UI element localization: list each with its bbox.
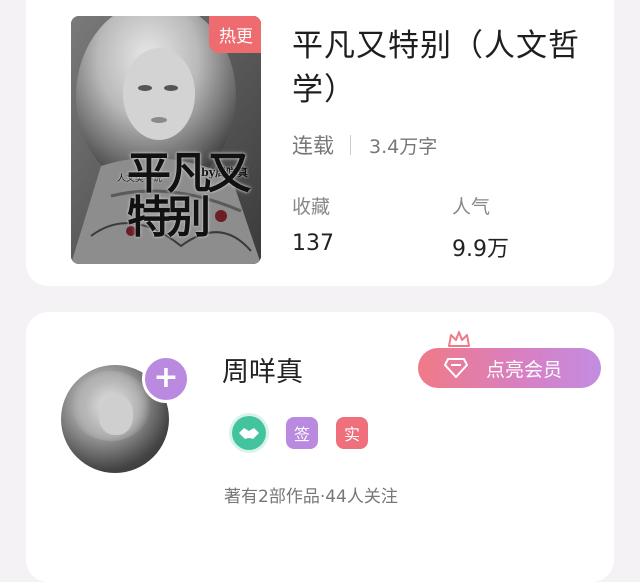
crown-icon [448, 331, 470, 347]
favorites-stat: 收藏 137 [292, 192, 334, 256]
hot-update-badge: 热更 [209, 16, 261, 53]
vip-membership-button[interactable]: 点亮会员 [418, 348, 601, 388]
popularity-label: 人气 [452, 196, 491, 218]
book-cover[interactable]: 热更 人文类小说 by周咩真 平凡又特别 [71, 16, 261, 264]
word-count: 3.4万字 [369, 135, 438, 158]
meta-divider [350, 135, 351, 155]
avatar-face [99, 395, 133, 435]
popularity-stat: 人气 9.9万 [452, 192, 509, 263]
signed-author-badge[interactable]: 签 [286, 417, 318, 449]
handshake-icon[interactable] [232, 416, 266, 450]
author-card: + 周咩真 点亮会员 签 实 著有2部作品·44人关注 [26, 312, 614, 582]
favorites-label: 收藏 [292, 196, 331, 218]
favorites-value: 137 [292, 231, 334, 256]
author-badges: 签 实 [232, 416, 386, 450]
book-title: 平凡又特别（人文哲学） [292, 28, 580, 108]
book-info-card: 热更 人文类小说 by周咩真 平凡又特别 平凡又特别（人文哲学） 连载 3.4万… [26, 0, 614, 286]
author-name[interactable]: 周咩真 [222, 350, 303, 389]
cover-title: 平凡又特别 [127, 148, 251, 243]
vip-button-label: 点亮会员 [486, 358, 563, 381]
author-summary: 著有2部作品·44人关注 [224, 487, 398, 507]
plus-icon: + [153, 360, 179, 395]
book-meta: 连载 3.4万字 [292, 130, 437, 160]
diamond-icon [444, 356, 468, 380]
book-status: 连载 [292, 134, 334, 158]
follow-author-button[interactable]: + [142, 355, 190, 403]
verified-author-badge[interactable]: 实 [336, 417, 368, 449]
popularity-value: 9.9万 [452, 237, 509, 262]
